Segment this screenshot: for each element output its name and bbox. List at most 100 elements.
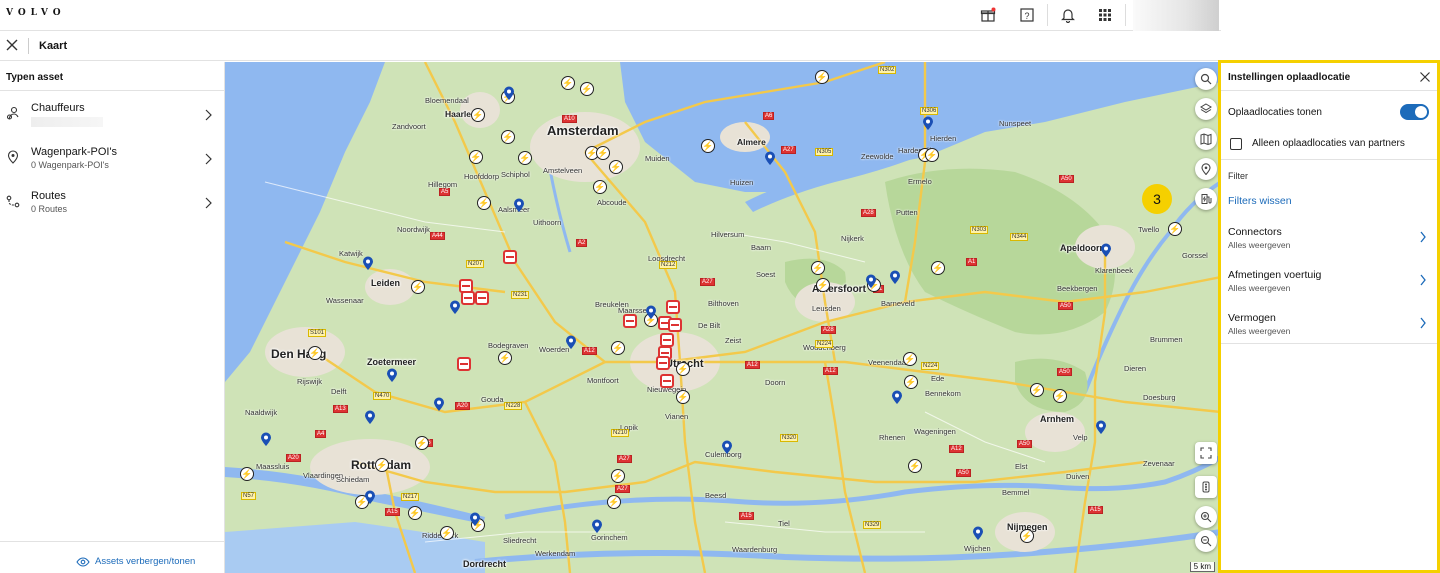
location-pin-icon[interactable]	[764, 151, 776, 165]
asset-item-fleet-pois[interactable]: Wagenpark-POI's 0 Wagenpark-POI's	[0, 140, 225, 180]
location-pin-icon[interactable]	[865, 274, 877, 288]
volvo-logo[interactable]: VOLVO	[6, 8, 66, 18]
restriction-marker[interactable]	[656, 356, 670, 370]
restriction-marker[interactable]	[660, 374, 674, 388]
charging-point-marker[interactable]: ⚡	[518, 151, 532, 165]
filter-vehicle-dimensions[interactable]: Afmetingen voertuig Alles weergeven	[1221, 264, 1437, 304]
zoom-in-button[interactable]	[1195, 506, 1217, 528]
charging-point-marker[interactable]: ⚡	[908, 459, 922, 473]
map-poi-button[interactable]	[1195, 158, 1217, 180]
charging-point-marker[interactable]: ⚡	[580, 82, 594, 96]
location-pin-icon[interactable]	[721, 440, 733, 454]
restriction-marker[interactable]	[503, 250, 517, 264]
map-fullscreen-button[interactable]	[1195, 442, 1217, 464]
location-pin-icon[interactable]	[503, 86, 515, 100]
charging-point-marker[interactable]: ⚡	[593, 180, 607, 194]
map-book-button[interactable]	[1195, 128, 1217, 150]
charging-point-marker[interactable]: ⚡	[471, 108, 485, 122]
location-pin-icon[interactable]	[565, 335, 577, 349]
charging-point-marker[interactable]: ⚡	[815, 70, 829, 84]
charging-point-marker[interactable]: ⚡	[925, 148, 939, 162]
charging-point-marker[interactable]: ⚡	[607, 495, 621, 509]
bell-icon[interactable]	[1057, 4, 1079, 26]
charging-point-marker[interactable]: ⚡	[411, 280, 425, 294]
location-pin-icon[interactable]	[891, 390, 903, 404]
charging-point-marker[interactable]: ⚡	[240, 467, 254, 481]
location-pin-icon[interactable]	[513, 198, 525, 212]
poi-pin-icon	[1201, 163, 1211, 175]
location-pin-icon[interactable]	[362, 256, 374, 270]
map-canvas[interactable]: Amsterdam Den Haag Rotterdam Utrecht Ame…	[225, 62, 1221, 573]
partners-only-checkbox[interactable]	[1230, 138, 1242, 150]
map-town-label: Barneveld	[881, 299, 915, 308]
restriction-marker[interactable]	[668, 318, 682, 332]
location-pin-icon[interactable]	[364, 490, 376, 504]
clear-filters-link[interactable]: Filters wissen	[1228, 195, 1292, 207]
restriction-marker[interactable]	[475, 291, 489, 305]
charging-point-marker[interactable]: ⚡	[611, 341, 625, 355]
charging-point-marker[interactable]: ⚡	[903, 352, 917, 366]
charging-point-marker[interactable]: ⚡	[498, 351, 512, 365]
charging-point-marker[interactable]: ⚡	[931, 261, 945, 275]
close-icon[interactable]	[1419, 71, 1431, 83]
zoom-out-button[interactable]	[1195, 530, 1217, 552]
location-pin-icon[interactable]	[449, 300, 461, 314]
charging-point-marker[interactable]: ⚡	[596, 146, 610, 160]
charging-point-marker[interactable]: ⚡	[477, 196, 491, 210]
map-layers-button[interactable]	[1195, 98, 1217, 120]
restriction-marker[interactable]	[623, 314, 637, 328]
restriction-marker[interactable]	[461, 291, 475, 305]
charging-point-marker[interactable]: ⚡	[904, 375, 918, 389]
restriction-marker[interactable]	[660, 333, 674, 347]
restriction-marker[interactable]	[457, 357, 471, 371]
charging-point-marker[interactable]: ⚡	[561, 76, 575, 90]
map-town-label: Leusden	[812, 304, 841, 313]
location-pin-icon[interactable]	[364, 410, 376, 424]
map-search-button[interactable]	[1195, 68, 1217, 90]
user-account-menu[interactable]	[1133, 0, 1219, 31]
charging-point-marker[interactable]: ⚡	[1168, 222, 1182, 236]
location-pin-icon[interactable]	[469, 512, 481, 526]
location-pin-icon[interactable]	[433, 397, 445, 411]
close-icon[interactable]	[4, 37, 20, 53]
header-divider	[1125, 4, 1126, 26]
charging-point-marker[interactable]: ⚡	[611, 469, 625, 483]
map-traffic-button[interactable]	[1195, 476, 1217, 498]
location-pin-icon[interactable]	[1095, 420, 1107, 434]
charging-point-marker[interactable]: ⚡	[676, 390, 690, 404]
help-icon[interactable]: ?	[1016, 4, 1038, 26]
restriction-marker[interactable]	[666, 300, 680, 314]
charging-point-marker[interactable]: ⚡	[501, 130, 515, 144]
charging-point-marker[interactable]: ⚡	[408, 506, 422, 520]
charging-point-marker[interactable]: ⚡	[1020, 529, 1034, 543]
charging-point-marker[interactable]: ⚡	[1053, 389, 1067, 403]
charging-point-marker[interactable]: ⚡	[415, 436, 429, 450]
location-pin-icon[interactable]	[922, 116, 934, 130]
location-pin-icon[interactable]	[1100, 243, 1112, 257]
map-charging-button[interactable]	[1195, 188, 1217, 210]
charging-point-marker[interactable]: ⚡	[609, 160, 623, 174]
location-pin-icon[interactable]	[889, 270, 901, 284]
asset-item-drivers[interactable]: Chauffeurs	[0, 96, 225, 136]
location-pin-icon[interactable]	[260, 432, 272, 446]
filter-connectors[interactable]: Connectors Alles weergeven	[1221, 221, 1437, 261]
location-pin-icon[interactable]	[591, 519, 603, 533]
toggle-assets-link[interactable]: Assets verbergen/tonen	[76, 556, 195, 567]
charging-point-marker[interactable]: ⚡	[701, 139, 715, 153]
location-pin-icon[interactable]	[386, 368, 398, 382]
asset-item-routes[interactable]: Routes 0 Routes	[0, 184, 225, 224]
charging-point-marker[interactable]: ⚡	[469, 150, 483, 164]
show-charging-toggle[interactable]	[1400, 104, 1429, 120]
filter-power[interactable]: Vermogen Alles weergeven	[1221, 307, 1437, 347]
charging-point-marker[interactable]: ⚡	[308, 346, 322, 360]
charging-point-marker[interactable]: ⚡	[440, 526, 454, 540]
location-pin-icon[interactable]	[645, 305, 657, 319]
apps-grid-icon[interactable]	[1094, 4, 1116, 26]
gift-icon[interactable]	[977, 4, 999, 26]
location-pin-icon[interactable]	[972, 526, 984, 540]
charging-point-marker[interactable]: ⚡	[816, 278, 830, 292]
charging-point-marker[interactable]: ⚡	[676, 362, 690, 376]
charging-point-marker[interactable]: ⚡	[1030, 383, 1044, 397]
charging-point-marker[interactable]: ⚡	[811, 261, 825, 275]
charging-point-marker[interactable]: ⚡	[375, 458, 389, 472]
